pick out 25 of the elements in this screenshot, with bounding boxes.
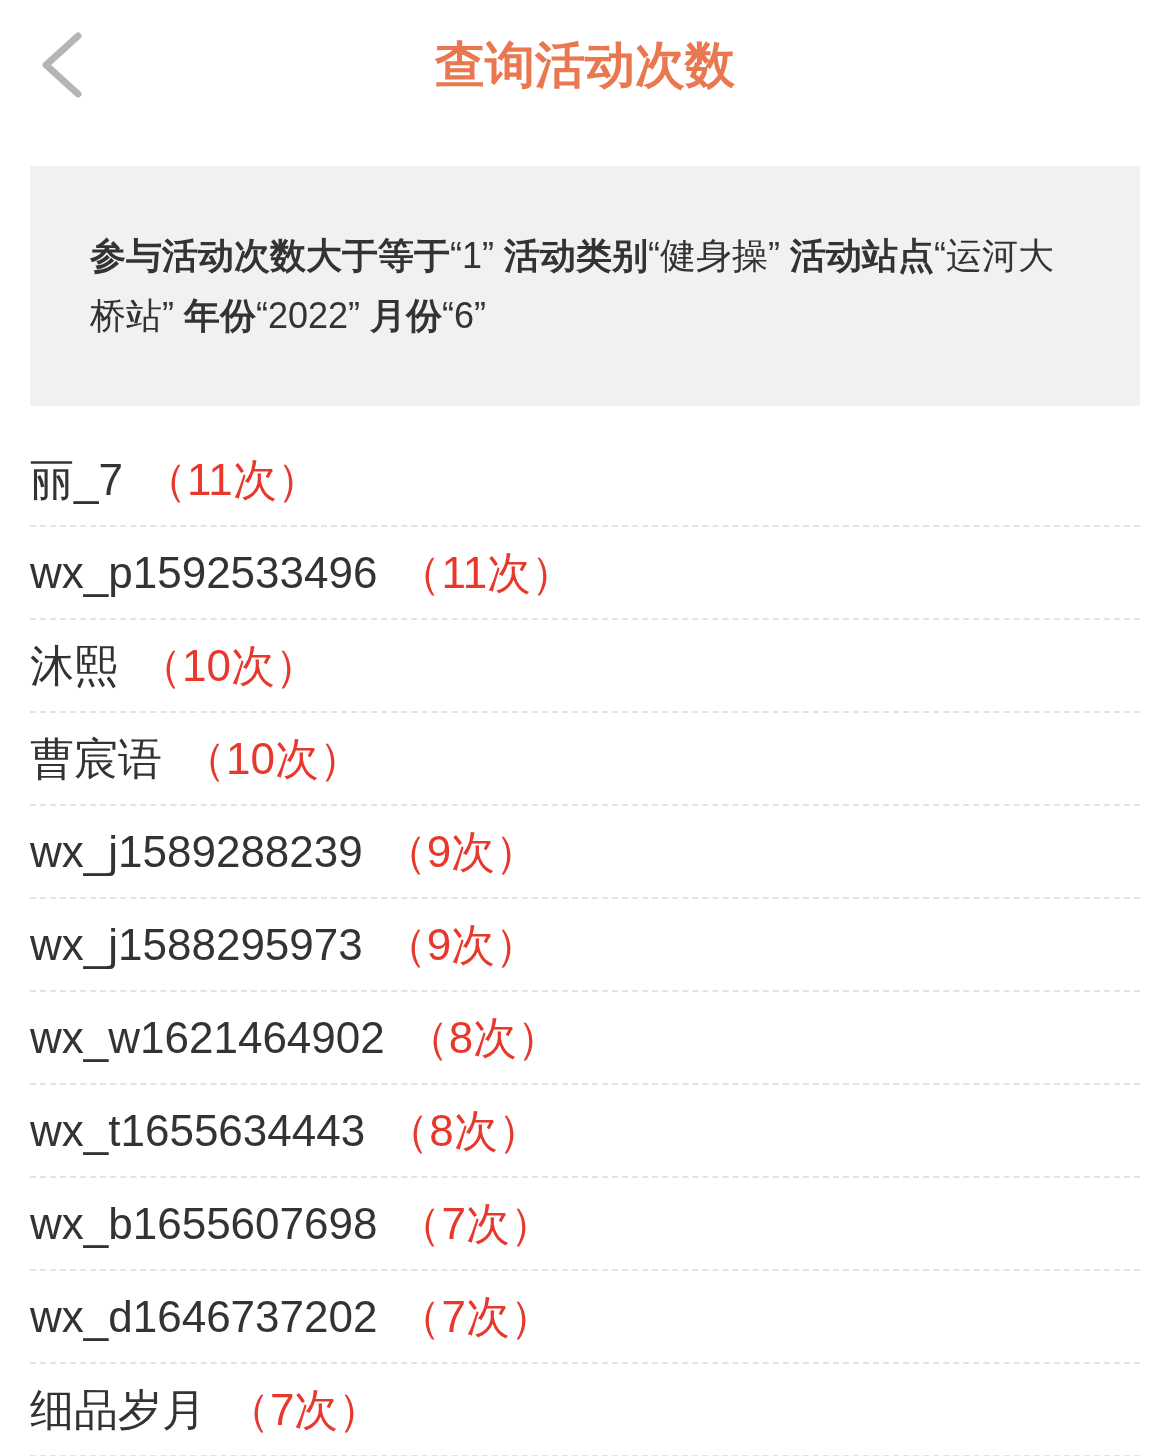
activity-count: （9次） [382, 825, 540, 878]
user-name: wx_j1588295973 [30, 918, 363, 971]
user-name: 丽_7 [30, 453, 123, 506]
activity-count: （10次） [138, 639, 319, 692]
activity-count: （9次） [382, 918, 540, 971]
activity-count: （8次） [385, 1104, 542, 1157]
user-name: wx_p1592533496 [30, 546, 378, 599]
activity-count: （7次） [397, 1197, 554, 1250]
activity-count: （7次） [397, 1290, 554, 1343]
activity-count: （11次） [142, 453, 321, 506]
user-name: wx_b1655607698 [30, 1197, 378, 1250]
user-name: 曹宸语 [30, 732, 162, 785]
activity-count: （8次） [404, 1011, 562, 1064]
user-name: wx_t1655634443 [30, 1104, 366, 1157]
user-name: wx_w1621464902 [30, 1011, 385, 1064]
page-title: 查询活动次数 [435, 40, 735, 90]
activity-count: （11次） [397, 546, 576, 599]
user-name: 细品岁月 [30, 1383, 206, 1436]
user-name: 沐熙 [30, 639, 118, 692]
filter-summary: 参与活动次数大于等于“1” 活动类别“健身操” 活动站点“运河大桥站” 年份“2022” 月份“6” [90, 234, 1055, 338]
user-name: wx_j1589288239 [30, 825, 363, 878]
back-icon[interactable] [40, 32, 82, 98]
activity-count: （10次） [182, 732, 363, 785]
activity-count: （7次） [226, 1383, 383, 1436]
user-name: wx_d1646737202 [30, 1290, 378, 1343]
